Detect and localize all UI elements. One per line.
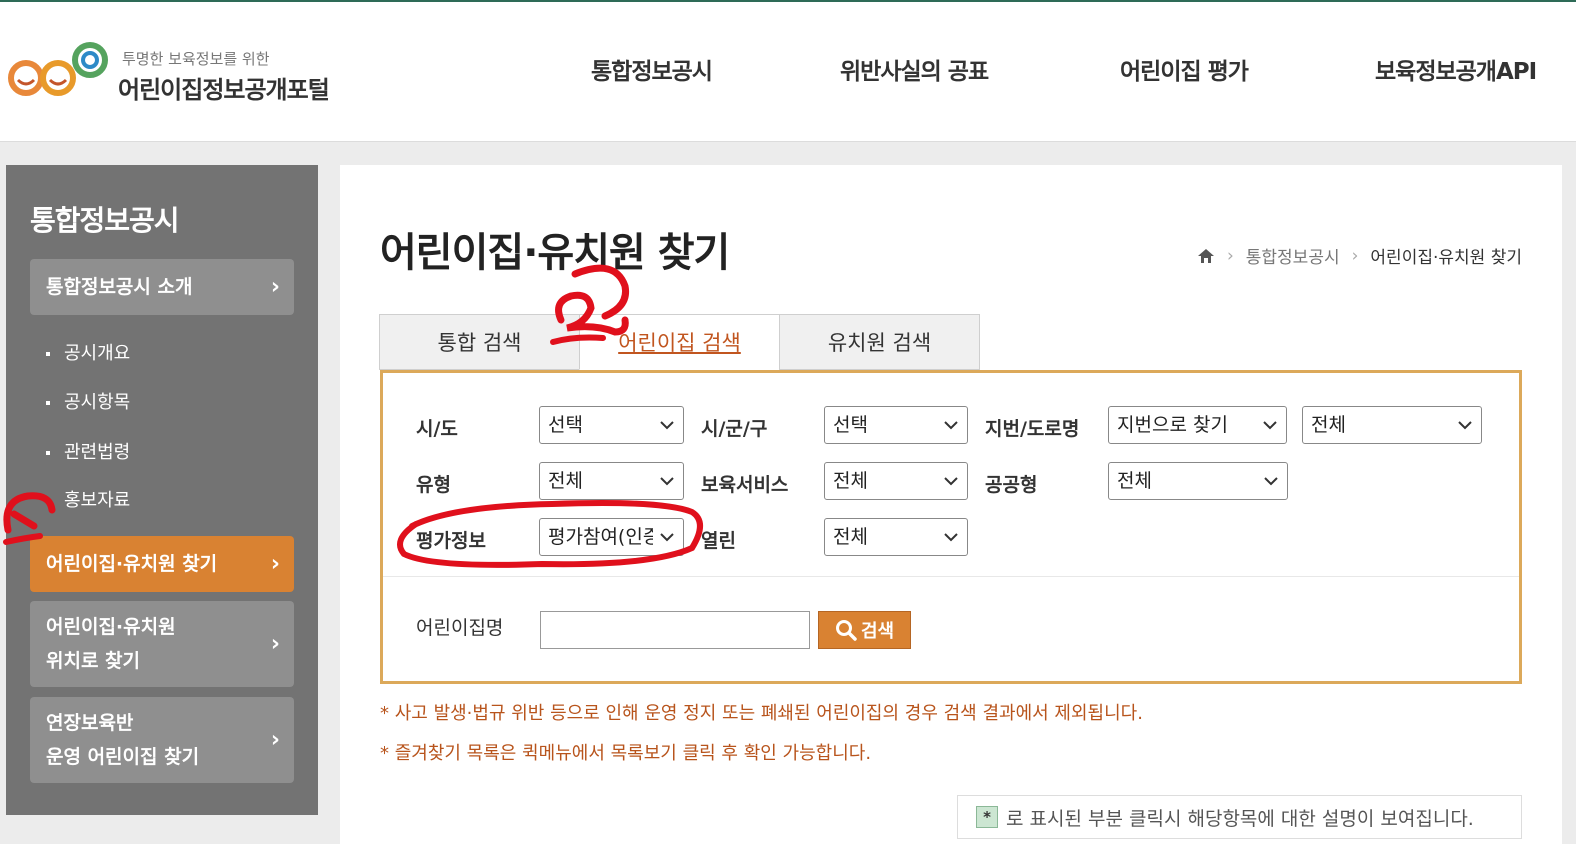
- address-type-value: 지번으로 찾기: [1117, 414, 1228, 436]
- public-label: 공공형: [985, 474, 1038, 496]
- search-button[interactable]: 검색: [818, 611, 911, 649]
- notice-excluded: * 사고 발생·법규 위반 등으로 인해 운영 정지 또는 폐쇄된 어린이집의 …: [380, 703, 1143, 724]
- open-label: 열린: [701, 530, 736, 552]
- chevron-down-icon: [1264, 477, 1278, 486]
- service-select[interactable]: 전체: [824, 462, 968, 500]
- tab-kindergarten-search[interactable]: 유치원 검색: [779, 314, 980, 370]
- chevron-right-icon: ›: [270, 274, 280, 300]
- hint-text: 로 표시된 부분 클릭시 해당항목에 대한 설명이 보여집니다.: [1006, 807, 1474, 830]
- sidebar-sub-overview[interactable]: 공시개요: [46, 339, 130, 365]
- filter-area: 시/도 선택 시/군/구 선택 지번/도로명 지번으로 찾기 전체 유형 전체 …: [383, 373, 1519, 577]
- sigungu-label: 시/군/구: [701, 418, 768, 440]
- chevron-right-icon: ›: [270, 727, 280, 753]
- tab-daycare-search[interactable]: 어린이집 검색: [579, 314, 780, 370]
- sidebar-item-label: 연장보육반 운영 어린이집 찾기: [46, 712, 200, 768]
- breadcrumb: › 통합정보공시 › 어린이집·유치원 찾기: [1197, 243, 1522, 268]
- chevron-down-icon: [944, 533, 958, 542]
- daycare-name-input[interactable]: [540, 611, 810, 649]
- notice-favorites: * 즐겨찾기 목록은 퀵메뉴에서 목록보기 클릭 후 확인 가능합니다.: [380, 743, 872, 764]
- sido-value: 선택: [548, 414, 583, 436]
- sidebar-item-label: 어린이집·유치원 위치로 찾기: [46, 616, 176, 672]
- nav-daycare-evaluation[interactable]: 어린이집 평가: [1120, 52, 1249, 86]
- logo-mark-icon: [8, 42, 108, 96]
- search-tabs: 통합 검색 어린이집 검색 유치원 검색: [379, 314, 980, 370]
- sidebar-sub-promo[interactable]: 홍보자료: [46, 486, 130, 512]
- search-form: 시/도 선택 시/군/구 선택 지번/도로명 지번으로 찾기 전체 유형 전체 …: [380, 370, 1522, 684]
- breadcrumb-separator: ›: [1226, 245, 1234, 266]
- help-hint: * 로 표시된 부분 클릭시 해당항목에 대한 설명이 보여집니다.: [957, 795, 1522, 839]
- address-detail-select[interactable]: 전체: [1302, 406, 1482, 444]
- sidebar-item-label: 통합정보공시 소개: [46, 276, 193, 298]
- tab-integrated-search[interactable]: 통합 검색: [379, 314, 580, 370]
- nav-violation-disclosure[interactable]: 위반사실의 공표: [840, 52, 989, 86]
- breadcrumb-separator: ›: [1351, 245, 1359, 266]
- search-button-label: 검색: [860, 621, 895, 642]
- service-label: 보육서비스: [701, 474, 789, 496]
- nav-open-api[interactable]: 보육정보공개API: [1375, 52, 1537, 86]
- sidebar-item-intro[interactable]: 통합정보공시 소개 ›: [30, 259, 294, 315]
- sidebar-item-label: 어린이집·유치원 찾기: [46, 553, 218, 575]
- sidebar-sub-laws[interactable]: 관련법령: [46, 438, 130, 464]
- chevron-down-icon: [660, 533, 674, 542]
- nav-integrated-disclosure[interactable]: 통합정보공시: [591, 52, 713, 86]
- page-title: 어린이집·유치원 찾기: [380, 230, 730, 276]
- address-type-select[interactable]: 지번으로 찾기: [1108, 406, 1287, 444]
- site-logo[interactable]: 투명한 보육정보를 위한 어린이집정보공개포털: [6, 38, 376, 108]
- main-content: 어린이집·유치원 찾기 › 통합정보공시 › 어린이집·유치원 찾기 통합 검색…: [340, 165, 1562, 844]
- logo-subtitle: 투명한 보육정보를 위한: [122, 50, 270, 68]
- eval-label: 평가정보: [416, 530, 486, 552]
- open-value: 전체: [833, 526, 868, 548]
- sidebar-sub-items[interactable]: 공시항목: [46, 388, 130, 414]
- public-value: 전체: [1117, 470, 1152, 492]
- sigungu-value: 선택: [833, 414, 868, 436]
- sido-select[interactable]: 선택: [539, 406, 684, 444]
- open-select[interactable]: 전체: [824, 518, 968, 556]
- chevron-down-icon: [944, 421, 958, 430]
- breadcrumb-current: 어린이집·유치원 찾기: [1370, 248, 1522, 268]
- chevron-down-icon: [660, 477, 674, 486]
- chevron-down-icon: [660, 421, 674, 430]
- sidebar: 통합정보공시 통합정보공시 소개 › 공시개요 공시항목 관련법령 홍보자료 어…: [6, 165, 318, 815]
- type-value: 전체: [548, 470, 583, 492]
- sido-label: 시/도: [416, 418, 458, 440]
- chevron-down-icon: [944, 477, 958, 486]
- address-label: 지번/도로명: [985, 418, 1080, 440]
- sidebar-title: 통합정보공시: [30, 204, 180, 237]
- address-detail-value: 전체: [1311, 414, 1346, 436]
- chevron-right-icon: ›: [270, 631, 280, 657]
- sidebar-item-extended-care[interactable]: 연장보육반 운영 어린이집 찾기 ›: [30, 697, 294, 783]
- eval-select[interactable]: 평가참여(인증: [539, 518, 684, 556]
- sigungu-select[interactable]: 선택: [824, 406, 968, 444]
- sidebar-item-find[interactable]: 어린이집·유치원 찾기 ›: [30, 536, 294, 592]
- home-icon[interactable]: [1197, 248, 1215, 264]
- search-icon: [835, 620, 857, 641]
- public-select[interactable]: 전체: [1108, 462, 1288, 500]
- logo-title: 어린이집정보공개포털: [118, 76, 330, 104]
- eval-value: 평가참여(인증: [548, 526, 653, 548]
- type-select[interactable]: 전체: [539, 462, 684, 500]
- chevron-down-icon: [1458, 421, 1472, 430]
- sidebar-item-location[interactable]: 어린이집·유치원 위치로 찾기 ›: [30, 601, 294, 687]
- name-label: 어린이집명: [416, 617, 504, 639]
- breadcrumb-item[interactable]: 통합정보공시: [1246, 243, 1340, 268]
- service-value: 전체: [833, 470, 868, 492]
- type-label: 유형: [416, 474, 451, 496]
- hint-star-icon: *: [976, 806, 998, 828]
- chevron-down-icon: [1263, 421, 1277, 430]
- chevron-right-icon: ›: [270, 551, 280, 577]
- site-header: 투명한 보육정보를 위한 어린이집정보공개포털 통합정보공시 위반사실의 공표 …: [0, 2, 1576, 142]
